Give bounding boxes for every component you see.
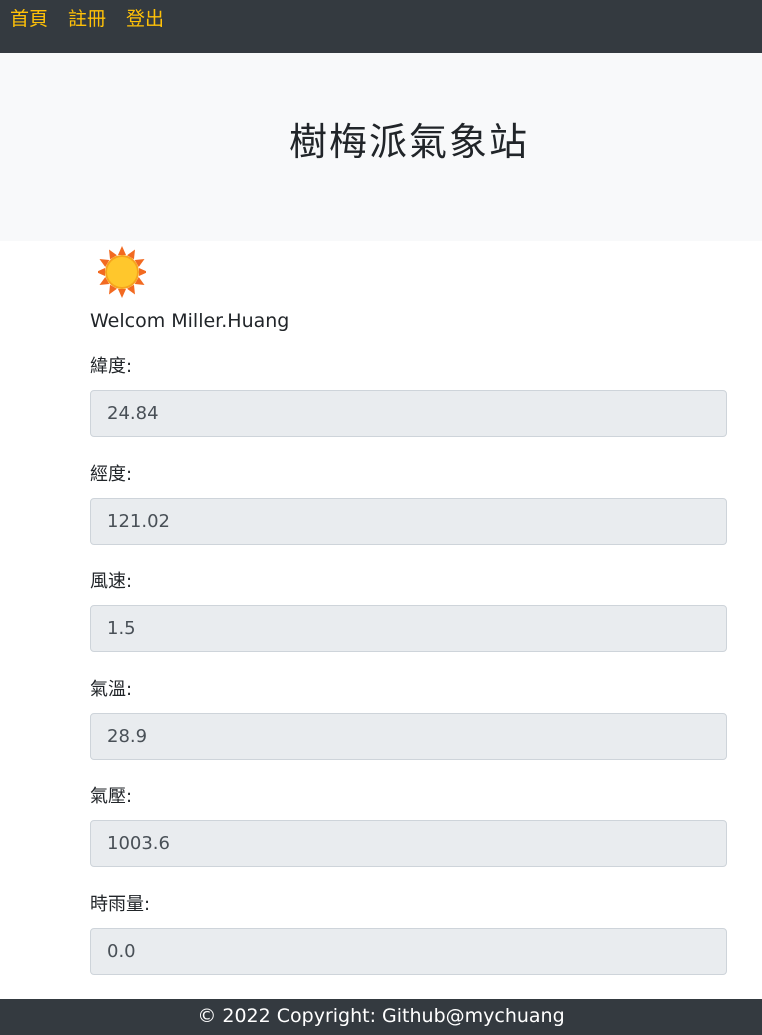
- temperature-label: 氣溫:: [90, 678, 133, 700]
- top-navbar: 首頁 註冊 登出: [0, 0, 762, 53]
- page-title: 樹梅派氣象站: [288, 119, 529, 164]
- wind-speed-group: 風速: 1.5: [90, 570, 727, 678]
- welcome-message: Welcom Miller.Huang: [90, 310, 290, 332]
- wind-speed-label: 風速:: [90, 571, 133, 592]
- nav-link-home[interactable]: 首頁: [10, 6, 48, 32]
- pressure-label: 氣壓:: [90, 786, 133, 807]
- nav-link-logout[interactable]: 登出: [126, 6, 164, 32]
- pressure-field[interactable]: 1003.6: [90, 820, 727, 867]
- main-content: Welcom Miller.Huang 緯度: 24.84 經度: 121.02…: [90, 241, 727, 1000]
- hourly-rainfall-label: 時雨量:: [90, 893, 151, 915]
- hourly-rainfall-field[interactable]: 0.0: [90, 927, 727, 975]
- footer-copyright: © 2022 Copyright: Github@mychuang: [197, 1005, 565, 1027]
- pressure-group: 氣壓: 1003.6: [90, 785, 727, 893]
- longitude-label: 經度:: [90, 463, 133, 485]
- nav-link-register[interactable]: 註冊: [68, 6, 106, 32]
- latitude-group: 緯度: 24.84: [90, 355, 727, 463]
- temperature-field[interactable]: 28.9: [90, 712, 727, 760]
- latitude-field[interactable]: 24.84: [90, 390, 727, 437]
- header-banner: 樹梅派氣象站: [0, 53, 762, 241]
- latitude-label: 緯度:: [90, 356, 133, 377]
- sun-icon: [96, 246, 148, 298]
- wind-speed-field[interactable]: 1.5: [90, 605, 727, 652]
- weather-icon-container: [90, 241, 727, 309]
- longitude-field[interactable]: 121.02: [90, 497, 727, 545]
- footer: © 2022 Copyright: Github@mychuang: [0, 999, 762, 1035]
- hourly-rainfall-group: 時雨量: 0.0: [90, 893, 727, 1001]
- longitude-group: 經度: 121.02: [90, 463, 727, 571]
- temperature-group: 氣溫: 28.9: [90, 678, 727, 786]
